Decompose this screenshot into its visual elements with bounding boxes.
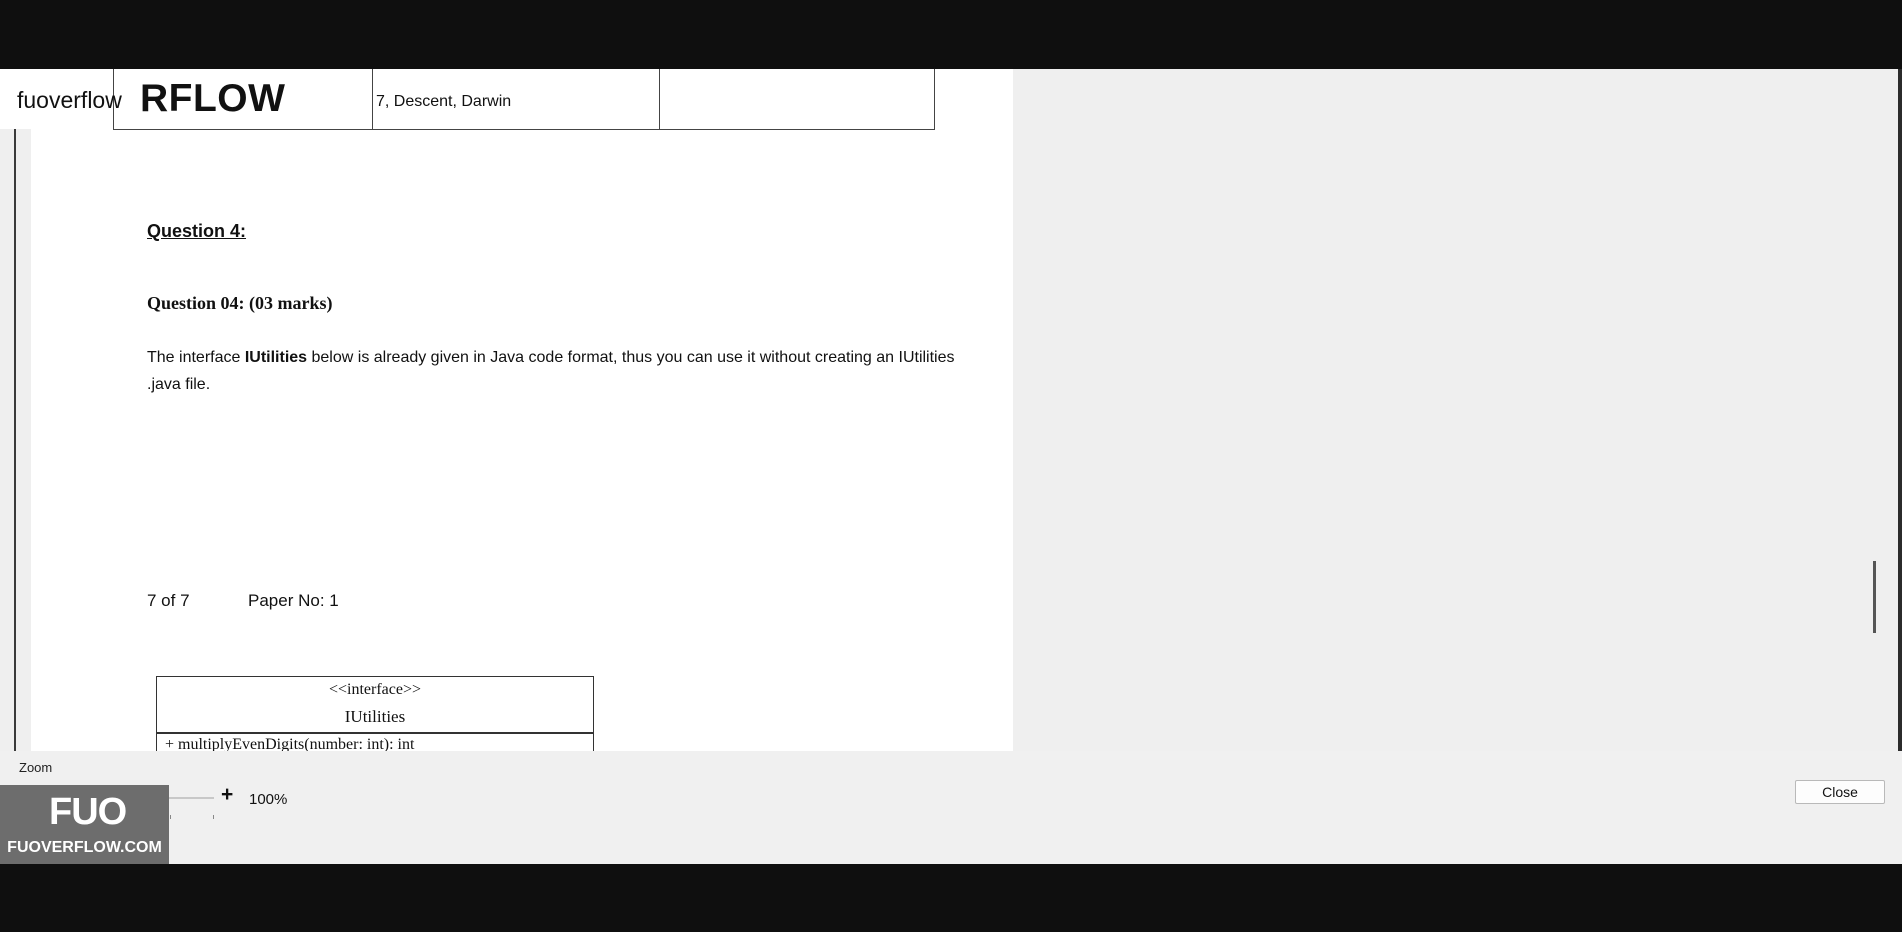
body-text: The interface [147,349,245,366]
watermark-badge: FUO FUOVERFLOW.COM [0,785,169,864]
uml-interface-name: IUtilities [344,707,406,726]
page-left-border [14,69,16,751]
exam-viewer-window: 7, Descent, Darwin Question 4: Question … [0,69,1902,864]
uml-interface-diagram: <<interface>> IUtilities + multiplyEvenD… [156,676,594,751]
page-number: 7 of 7 [147,591,190,610]
paper-number: Paper No: 1 [248,591,339,610]
vertical-scrollbar-thumb[interactable] [1873,561,1876,633]
table-column-divider [659,69,660,129]
watermark-brand-box: fuoverflow [0,69,122,129]
document-page: 7, Descent, Darwin Question 4: Question … [31,69,1013,751]
zoom-label: Zoom [19,760,53,775]
table-column-divider [372,69,373,129]
watermark-site: FUOVERFLOW.COM [7,839,162,856]
close-button[interactable]: Close [1795,780,1885,804]
zoom-toolbar: Zoom - + 100% Close [0,751,1902,864]
watermark-logo: FUO [49,791,127,833]
uml-stereotype: <<interface>> [328,681,422,698]
document-viewer[interactable]: 7, Descent, Darwin Question 4: Question … [0,69,1902,751]
letterbox-top [0,0,1902,69]
uml-divider [157,732,593,734]
interface-name: IUtilities [244,349,308,366]
question-subheading: Question 04: (03 marks) [147,293,333,313]
watermark-brand-big: RFLOW [140,77,286,120]
zoom-in-button[interactable]: + [221,783,233,807]
window-right-edge [1898,69,1902,751]
table-cell-text: 7, Descent, Darwin [376,93,512,110]
question-body: The interface IUtilities below is alread… [147,344,967,398]
watermark-brand-small: fuoverflow [17,87,122,113]
question-heading: Question 4: [147,221,247,241]
zoom-value: 100% [249,791,288,808]
letterbox-bottom [0,864,1902,932]
uml-method: + multiplyEvenDigits(number: int): int [165,736,415,751]
